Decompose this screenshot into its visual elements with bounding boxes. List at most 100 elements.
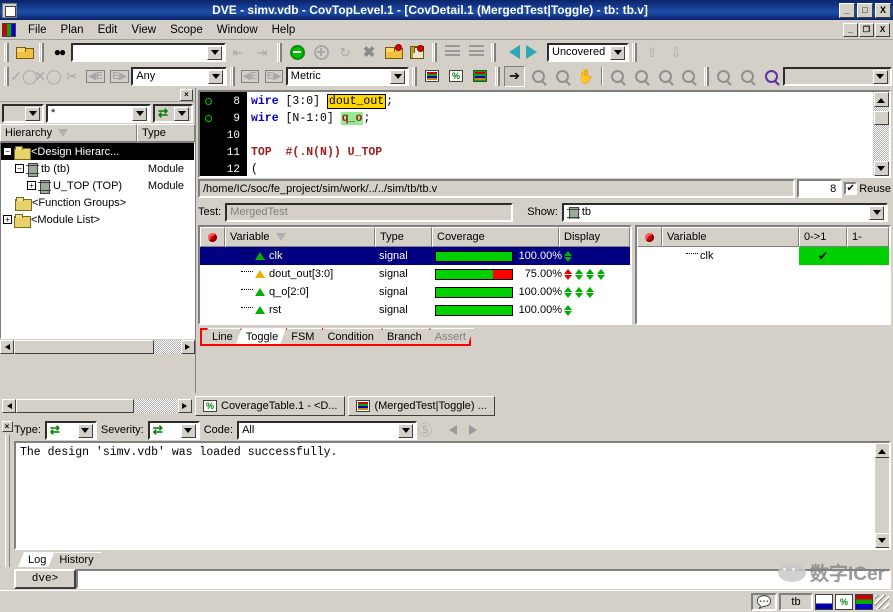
tree-node-design-hierarchy[interactable]: − <Design Hierarc... (1, 143, 194, 160)
parent-scope-icon[interactable]: ⇧ (641, 42, 663, 63)
status-message-icon[interactable]: 💬 (751, 593, 777, 611)
hierarchy-sort-arrow[interactable] (174, 107, 189, 121)
prev-e-icon[interactable]: ◀E (239, 66, 261, 87)
next-exclusion-icon[interactable]: E▶ (109, 66, 131, 87)
toolbar-grip-4[interactable] (432, 43, 437, 62)
toolbar-grip[interactable] (4, 43, 9, 62)
menu-file[interactable]: File (21, 22, 54, 38)
any-dropdown-arrow[interactable] (208, 70, 223, 84)
toolbar2-grip-2[interactable] (230, 67, 235, 86)
tree-node-module-list[interactable]: + <Module List> (1, 211, 194, 228)
zoom-fit-icon[interactable] (607, 66, 629, 87)
next-e-icon[interactable]: E▶ (263, 66, 285, 87)
window-tab-merged-test-toggle[interactable]: (MergedTest|Toggle) ... (348, 396, 494, 416)
test-field[interactable]: MergedTest (225, 203, 513, 222)
hierarchy-tree[interactable]: − <Design Hierarc... − tb (tb) Module + … (0, 142, 195, 339)
variable-coverage-table[interactable]: Variable Type Coverage Display (198, 225, 632, 325)
log-severity-arrow[interactable] (181, 424, 196, 438)
log-severity-select[interactable]: ⇄ (148, 421, 200, 440)
log-code-select[interactable]: All (237, 421, 417, 440)
percent-view-icon[interactable]: % (445, 66, 467, 87)
vscroll-thumb[interactable] (874, 111, 889, 125)
open-database-icon[interactable] (382, 42, 404, 63)
column-variable[interactable]: Variable (225, 227, 375, 247)
uncovered-filter-select[interactable]: Uncovered (547, 43, 629, 62)
hierarchy-close-icon[interactable]: × (180, 89, 193, 101)
toggle-cov-icon[interactable] (855, 594, 873, 610)
hscroll-thumb[interactable] (14, 340, 154, 354)
metric-dropdown-arrow[interactable] (390, 70, 405, 84)
hscroll-track[interactable] (14, 340, 181, 354)
uncovered-dropdown-arrow[interactable] (610, 46, 625, 60)
tree-node-tb[interactable]: − tb (tb) Module (1, 160, 194, 177)
remove-icon[interactable] (286, 42, 308, 63)
log-grip[interactable] (5, 435, 10, 567)
scroll-left-icon[interactable] (0, 340, 14, 354)
cell-0-to-1[interactable]: ✔ (799, 247, 847, 265)
search-icon[interactable]: ●● (48, 42, 70, 63)
bottom-hscroll-track[interactable] (16, 399, 178, 413)
tree-node-u-top[interactable]: + U_TOP (TOP) Module (1, 177, 194, 194)
show-select[interactable]: tb (562, 203, 888, 222)
prev-exclusion-icon[interactable]: ◀E (85, 66, 107, 87)
exclude-icon[interactable]: ✂ (61, 66, 83, 87)
column-type[interactable]: Type (375, 227, 432, 247)
exclusion-column-header[interactable] (637, 227, 662, 247)
source-vscrollbar[interactable] (873, 92, 889, 176)
merge-up-icon[interactable] (441, 42, 463, 63)
close-button[interactable]: X (875, 3, 891, 18)
tab-history[interactable]: History (49, 552, 101, 567)
hierarchy-filter-input[interactable]: * (46, 104, 151, 123)
menu-view[interactable]: View (124, 22, 163, 38)
scroll-down-icon[interactable] (875, 533, 890, 548)
reload-icon[interactable]: ↻ (334, 42, 356, 63)
toolbar-grip-6[interactable] (632, 43, 637, 62)
scroll-right-icon[interactable] (178, 399, 192, 413)
pointer-icon[interactable]: ➔ (504, 66, 526, 87)
log-output[interactable]: The design 'simv.vdb' was loaded success… (14, 441, 891, 550)
source-code-text[interactable]: wire [3:0] dout_out; wire [N-1:0] q_o; T… (246, 92, 873, 176)
reject-icon[interactable]: ✕◯ (37, 66, 59, 87)
accept-icon[interactable]: ✓◯ (13, 66, 35, 87)
find-input[interactable] (783, 67, 892, 86)
system-menu-icon[interactable] (2, 3, 17, 18)
log-vscrollbar[interactable] (875, 443, 889, 548)
next-icon[interactable] (524, 42, 546, 63)
menu-plan[interactable]: Plan (54, 22, 91, 38)
log-type-arrow[interactable] (78, 424, 93, 438)
menu-help[interactable]: Help (265, 22, 303, 38)
toolbar2-grip[interactable] (4, 67, 9, 86)
search-input[interactable] (71, 43, 226, 62)
scroll-up-icon[interactable] (874, 92, 889, 107)
expander-icon[interactable]: + (27, 181, 36, 190)
hierarchy-sort-select[interactable]: ⇄ (153, 104, 193, 123)
reuse-checkbox[interactable]: ✔ (844, 182, 857, 195)
zoom-out-icon[interactable] (551, 66, 573, 87)
variable-table-body[interactable]: clk signal 100.00% (200, 247, 630, 323)
table-view-icon[interactable] (421, 66, 443, 87)
hierarchy-hscrollbar[interactable] (0, 339, 195, 354)
mdi-document-icon[interactable] (2, 23, 16, 37)
open-file-icon[interactable] (13, 42, 35, 63)
line-cov-icon[interactable] (815, 594, 833, 610)
expander-icon[interactable]: − (3, 147, 12, 156)
toolbar2-grip-4[interactable] (495, 67, 500, 86)
source-code-viewer[interactable]: 8 9 10 11 12 wire [3:0] dout_out; wire [… (198, 90, 891, 178)
hierarchy-filter-arrow[interactable] (132, 107, 147, 121)
scope-dropdown-arrow[interactable] (25, 107, 40, 121)
mdi-minimize-button[interactable]: _ (843, 23, 858, 37)
column-variable[interactable]: Variable (662, 227, 799, 247)
mdi-restore-button[interactable]: ❐ (859, 23, 874, 37)
toolbar-grip-2[interactable] (39, 43, 44, 62)
tab-log[interactable]: Log (18, 552, 54, 567)
source-line-number-field[interactable]: 8 (797, 179, 842, 198)
percent-cov-icon[interactable]: % (835, 594, 853, 610)
highlighted-signal-dout-out[interactable]: dout_out (327, 94, 386, 109)
pan-icon[interactable]: ✋ (575, 66, 597, 87)
tab-fsm[interactable]: FSM (281, 328, 322, 344)
zoom-2x-icon[interactable] (631, 66, 653, 87)
bottom-hscroll-thumb[interactable] (16, 399, 134, 413)
source-file-path[interactable]: /home/IC/soc/fe_project/sim/work/../../s… (198, 179, 795, 198)
toolbar2-grip-5[interactable] (704, 67, 709, 86)
table-row[interactable]: clk signal 100.00% (200, 247, 630, 265)
